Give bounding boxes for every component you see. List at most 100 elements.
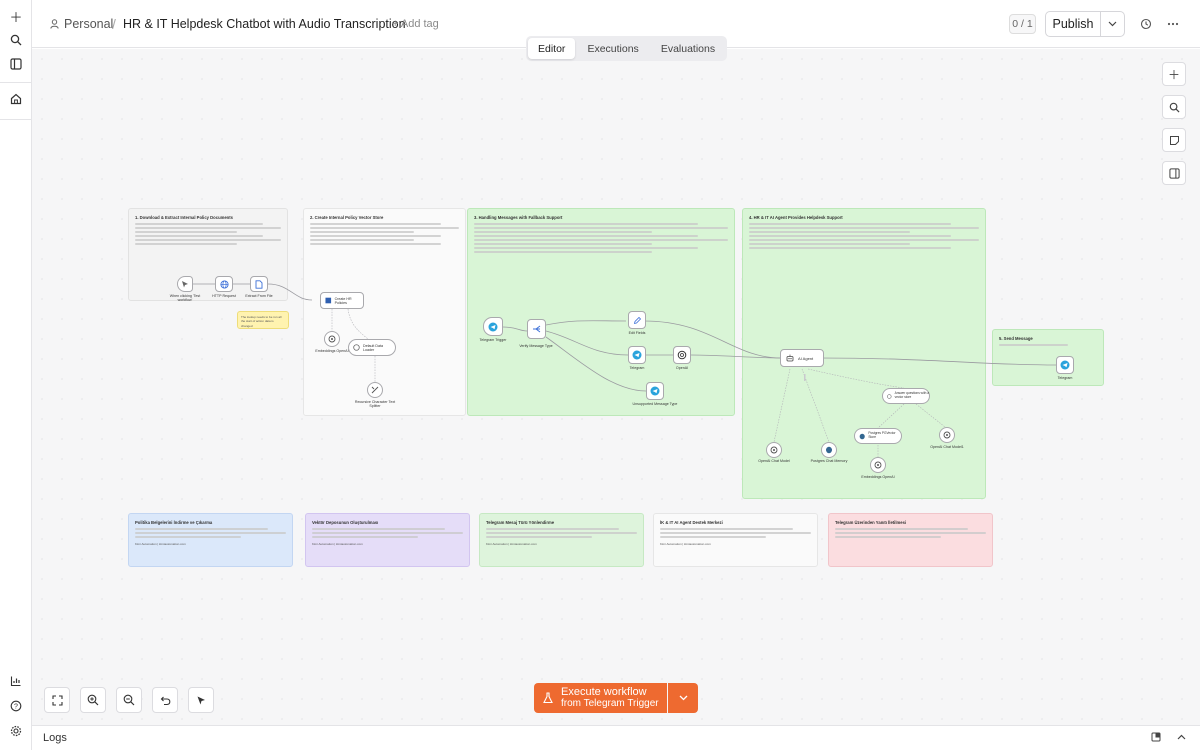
split-icon	[371, 386, 379, 394]
telegram-send-node[interactable]	[1056, 356, 1074, 374]
telegram-icon	[1060, 360, 1070, 370]
chevron-down-icon	[679, 695, 687, 701]
add-node-button[interactable]: ＋	[1162, 62, 1186, 86]
breadcrumb-separator: /	[112, 16, 116, 32]
postgres-icon	[826, 446, 832, 454]
publish-button[interactable]: Publish	[1046, 12, 1101, 36]
zoom-out-button[interactable]	[116, 687, 142, 713]
verify-message-type-node[interactable]	[527, 319, 546, 339]
connection	[915, 403, 946, 428]
tab-executions[interactable]: Executions	[577, 38, 648, 59]
extract-from-file-node[interactable]	[250, 276, 268, 292]
flask-icon	[543, 692, 553, 704]
logs-label: Logs	[43, 732, 67, 744]
tidy-up-button[interactable]	[188, 687, 214, 713]
pencil-icon	[633, 316, 641, 324]
pop-out-icon[interactable]	[1151, 732, 1161, 745]
zoom-in-button[interactable]	[80, 687, 106, 713]
add-tag-button[interactable]: + Add tag	[392, 0, 439, 48]
openai-chat-model-node[interactable]	[766, 442, 782, 458]
history-icon[interactable]	[1136, 14, 1156, 34]
connection	[690, 354, 782, 359]
telegram-trigger-node[interactable]	[483, 317, 503, 336]
connection	[819, 357, 1057, 366]
fit-view-icon	[51, 694, 63, 706]
connection	[545, 320, 627, 326]
view-tabs: Editor Executions Evaluations	[526, 36, 728, 61]
zoom-out-icon	[123, 694, 135, 706]
workflow-title[interactable]: HR & IT Helpdesk Chatbot with Audio Tran…	[123, 0, 406, 48]
node-label: Postgres Chat Memory	[810, 459, 848, 463]
zoom-in-icon	[87, 694, 99, 706]
toggle-panel-button[interactable]	[1162, 161, 1186, 185]
help-icon[interactable]: ?	[6, 696, 26, 716]
create-hr-policies-node[interactable]: Create HR Policies	[320, 292, 364, 309]
more-icon[interactable]	[1163, 14, 1183, 34]
node-label: Create HR Policies	[334, 296, 352, 305]
node-label: Postgres PGVector Store	[868, 431, 896, 439]
connections	[193, 283, 1057, 457]
node-label: Telegram Trigger	[479, 338, 507, 342]
openai-icon	[677, 350, 687, 360]
undo-button[interactable]	[152, 687, 178, 713]
node-label: Verify Message Type	[519, 344, 553, 348]
publish-control: Publish	[1045, 11, 1125, 37]
tab-editor[interactable]: Editor	[528, 38, 576, 59]
search-nodes-button[interactable]	[1162, 95, 1186, 119]
text-splitter-node[interactable]	[367, 382, 383, 398]
settings-icon[interactable]	[6, 721, 26, 741]
switch-icon	[532, 325, 540, 333]
telegram-get-file-node[interactable]	[628, 346, 646, 364]
execute-options-button[interactable]	[668, 683, 698, 713]
breadcrumb-owner[interactable]: Personal	[50, 0, 113, 48]
unsupported-message-node[interactable]	[646, 382, 664, 400]
connection	[773, 368, 791, 443]
openai-icon	[943, 431, 951, 439]
embeddings-openai-node[interactable]	[324, 331, 340, 347]
panel-icon[interactable]	[6, 54, 26, 74]
tool-icon	[887, 393, 892, 399]
search-icon[interactable]	[6, 30, 26, 50]
logs-bar[interactable]: Logs	[32, 725, 1200, 750]
execute-sublabel: from Telegram Trigger	[561, 698, 659, 709]
manual-trigger-node[interactable]	[177, 276, 193, 292]
node-label: OpenAI Chat Model1	[930, 445, 964, 449]
openai-chat-model-node-2[interactable]	[939, 427, 955, 443]
postgres-pgvector-node[interactable]: Postgres PGVector Store	[854, 428, 902, 444]
openai-transcribe-node[interactable]	[673, 346, 691, 364]
home-icon[interactable]	[6, 89, 26, 109]
edit-fields-node[interactable]	[628, 311, 646, 329]
openai-icon	[328, 335, 336, 343]
embeddings-openai-node-2[interactable]	[870, 457, 886, 473]
undo-icon	[160, 696, 170, 705]
cursor-icon	[182, 281, 188, 288]
sticky-note-button[interactable]	[1162, 128, 1186, 152]
connection	[877, 403, 905, 429]
postgres-memory-node[interactable]	[821, 442, 837, 458]
http-request-node[interactable]	[215, 276, 233, 292]
workflow-canvas[interactable]: 1. Download & Extract Internal Policy Do…	[32, 49, 1200, 725]
connection	[807, 368, 905, 389]
globe-icon	[219, 279, 229, 289]
owner-label: Personal	[64, 17, 114, 31]
svg-text:?: ?	[14, 703, 18, 710]
chevron-down-icon[interactable]	[1101, 12, 1124, 36]
chart-icon[interactable]	[6, 671, 26, 691]
node-label: Extract From File	[245, 294, 273, 298]
answer-questions-node[interactable]: Answer questions with a vector store	[882, 388, 930, 404]
fit-view-button[interactable]	[44, 687, 70, 713]
ai-agent-node[interactable]: AI Agent	[780, 349, 824, 367]
vector-store-icon	[325, 297, 332, 304]
user-icon	[50, 19, 59, 29]
execute-workflow-button[interactable]: Execute workflow from Telegram Trigger	[534, 683, 667, 713]
file-icon	[255, 279, 263, 289]
execute-label: Execute workflow	[561, 686, 647, 698]
default-data-loader-node[interactable]: Default Data Loader	[348, 339, 396, 356]
plus-icon[interactable]: ＋	[6, 6, 26, 26]
node-label: Recursive Character Text Splitter	[354, 400, 396, 409]
telegram-icon	[650, 386, 660, 396]
node-label: OpenAI Chat Model	[758, 459, 790, 463]
tab-evaluations[interactable]: Evaluations	[651, 38, 725, 59]
chevron-up-icon[interactable]	[1177, 732, 1186, 745]
note-icon	[1169, 135, 1179, 145]
